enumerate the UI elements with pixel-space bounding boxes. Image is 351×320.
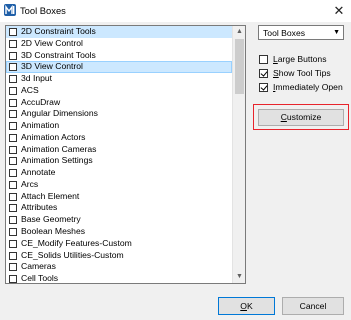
list-item-checkbox[interactable] [9,275,17,283]
list-item-label: 3D Constraint Tools [21,49,96,60]
list-item[interactable]: Animation Actors [6,132,232,144]
view-select-dropdown[interactable]: Tool Boxes ▼ [258,25,344,40]
list-item[interactable]: 3D Constraint Tools [6,50,232,62]
list-item-checkbox[interactable] [9,86,17,95]
list-item[interactable]: Boolean Meshes [6,226,232,238]
list-item-checkbox[interactable] [9,98,17,107]
toolbox-list[interactable]: 2D Constraint Tools 2D View Control 3D Con… [5,25,246,284]
list-item-label: Animation Actors [21,131,86,142]
list-item[interactable]: Annotate [6,167,232,179]
window-title: Tool Boxes [20,5,66,16]
list-item-checkbox[interactable] [9,145,17,154]
large-buttons-option[interactable]: Large Buttons [258,53,350,65]
list-item[interactable]: Attributes [6,202,232,214]
list-item[interactable]: ACS [6,85,232,97]
list-item-label: Annotate [21,167,56,178]
list-item-label: Arcs [21,178,39,189]
immediately-open-checkbox[interactable] [259,83,268,92]
list-item-label: Animation [21,120,60,131]
immediately-open-label: Immediately Open [273,82,343,92]
list-item-checkbox[interactable] [9,63,17,72]
view-select-value: Tool Boxes [263,28,306,38]
large-buttons-label: Large Buttons [273,54,327,64]
show-tool-tips-checkbox[interactable] [259,69,268,78]
list-item-checkbox[interactable] [9,251,17,260]
list-item-label: Boolean Meshes [21,226,86,237]
list-item-label: CE_Solids Utilities-Custom [21,249,124,260]
list-item[interactable]: Base Geometry [6,214,232,226]
list-item[interactable]: Cell Tools [6,273,232,283]
list-item-checkbox[interactable] [9,180,17,189]
list-item-checkbox[interactable] [9,110,17,119]
list-item-label: 3D View Control [21,61,83,72]
list-item-checkbox[interactable] [9,239,17,248]
list-item[interactable]: 3D View Control [6,61,232,74]
list-item-label: Angular Dimensions [21,108,98,119]
list-item[interactable]: CE_Solids Utilities-Custom [6,250,232,262]
ok-button[interactable]: OK [218,297,275,315]
list-item-label: Base Geometry [21,214,81,225]
close-button[interactable]: ✕ [331,3,347,19]
list-item[interactable]: Angular Dimensions [6,108,232,120]
list-item[interactable]: Animation Cameras [6,144,232,156]
list-item-checkbox[interactable] [9,122,17,131]
title-bar: Tool Boxes ✕ [0,0,351,22]
list-item[interactable]: 3d Input [6,73,232,85]
list-item-checkbox[interactable] [9,28,17,36]
list-item-checkbox[interactable] [9,169,17,178]
list-item-checkbox[interactable] [9,133,17,142]
list-item-label: Attach Element [21,190,80,201]
list-item[interactable]: 2D View Control [6,38,232,50]
list-item-label: 2D Constraint Tools [21,26,96,36]
scroll-up-arrow-icon[interactable]: ▲ [233,26,245,38]
list-item[interactable]: Arcs [6,179,232,191]
list-item[interactable]: Animation [6,120,232,132]
list-item[interactable]: AccuDraw [6,97,232,109]
list-item-label: Attributes [21,202,58,213]
customize-button[interactable]: Customize [258,109,344,126]
list-item-label: CE_Modify Features-Custom [21,237,132,248]
list-item-checkbox[interactable] [9,263,17,272]
list-item[interactable]: Animation Settings [6,155,232,167]
vertical-scrollbar[interactable]: ▲ ▼ [232,26,245,283]
show-tool-tips-option[interactable]: Show Tool Tips [258,67,350,79]
chevron-down-icon: ▼ [333,29,340,36]
list-item-label: Cameras [21,261,56,272]
show-tool-tips-label: Show Tool Tips [273,68,331,78]
large-buttons-checkbox[interactable] [259,55,268,64]
cancel-button[interactable]: Cancel [282,297,344,315]
list-item-checkbox[interactable] [9,75,17,84]
list-item-label: 2D View Control [21,37,83,48]
immediately-open-option[interactable]: Immediately Open [258,81,350,93]
list-item-label: 3d Input [21,73,53,84]
list-item-checkbox[interactable] [9,204,17,213]
list-item-checkbox[interactable] [9,51,17,60]
list-item-checkbox[interactable] [9,192,17,201]
list-item-checkbox[interactable] [9,157,17,166]
list-item-checkbox[interactable] [9,216,17,225]
list-item-label: AccuDraw [21,96,61,107]
microstation-logo-icon [4,4,16,16]
list-item[interactable]: CE_Modify Features-Custom [6,238,232,250]
list-item[interactable]: 2D Constraint Tools [6,26,232,38]
list-item-label: Animation Cameras [21,143,97,154]
list-item-checkbox[interactable] [9,39,17,48]
list-item-label: Cell Tools [21,273,59,283]
toolbox-list-items: 2D Constraint Tools 2D View Control 3D Con… [6,26,232,283]
list-item-checkbox[interactable] [9,228,17,237]
list-item-label: Animation Settings [21,155,93,166]
scroll-down-arrow-icon[interactable]: ▼ [233,271,245,283]
scroll-thumb[interactable] [235,39,244,94]
list-item-label: ACS [21,84,39,95]
list-item[interactable]: Attach Element [6,191,232,203]
list-item[interactable]: Cameras [6,261,232,273]
